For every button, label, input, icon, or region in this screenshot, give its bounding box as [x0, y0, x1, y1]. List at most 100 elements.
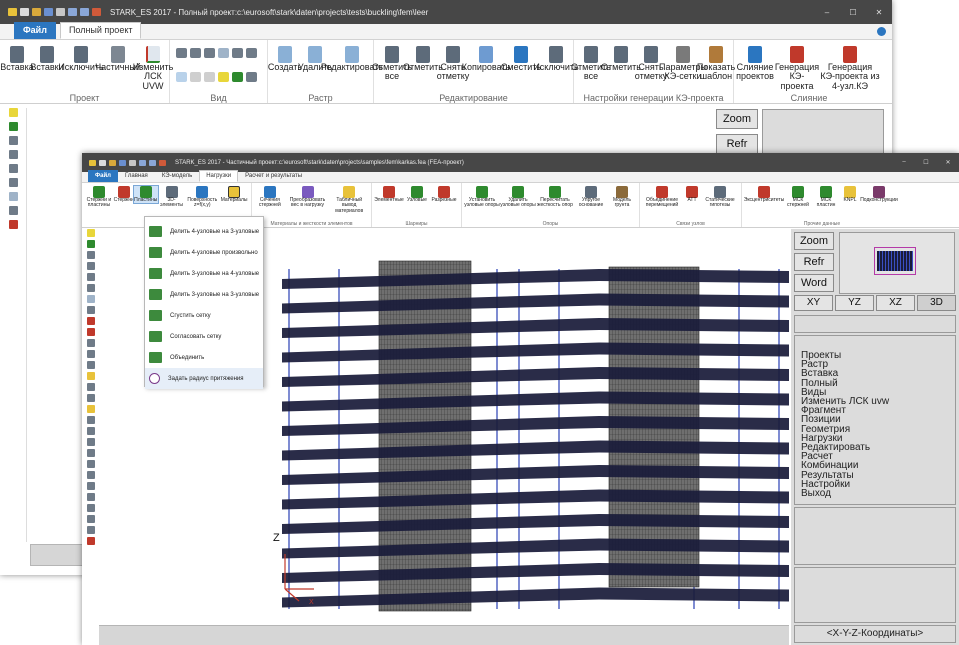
mesh-params-button[interactable]: Параметры КЭ-сетки [659, 46, 707, 82]
load-icon[interactable] [86, 482, 95, 490]
undo-icon[interactable] [68, 8, 77, 16]
refr-button[interactable]: Refr [794, 253, 834, 271]
set-supports-button[interactable]: Установить узловые опоры [464, 186, 500, 209]
menu-refine-mesh[interactable]: Сгустить сетку [145, 305, 263, 326]
tab-calc-results[interactable]: Расчет и результаты [238, 170, 309, 182]
color-icon[interactable] [232, 72, 243, 82]
knpl-button[interactable]: KNPL [840, 186, 860, 203]
rod-lcs-button[interactable]: МСК стержней [784, 186, 812, 209]
back-refr-button[interactable]: Refr [716, 134, 758, 154]
load-icon[interactable] [86, 493, 95, 501]
grid-view-icon[interactable] [176, 48, 187, 58]
static-hypotheses-button[interactable]: Статические гипотезы [702, 186, 738, 209]
merge-projects-button[interactable]: Слияние проектов [736, 46, 774, 82]
close-icon[interactable]: ✕ [937, 159, 959, 166]
filter-icon[interactable] [232, 48, 243, 58]
bulb-icon[interactable] [218, 72, 229, 82]
elastic-base-button[interactable]: Упругое основание [574, 186, 608, 209]
load-icon[interactable] [86, 515, 95, 523]
layers-icon[interactable] [246, 72, 257, 82]
materials-icon[interactable] [86, 372, 95, 380]
grid-icon[interactable] [86, 328, 95, 336]
bulb-icon[interactable] [86, 229, 95, 237]
filter-icon[interactable] [190, 48, 201, 58]
layers-icon[interactable] [86, 251, 95, 259]
att-button[interactable]: АТТ [682, 186, 702, 203]
generate-fe-4node-button[interactable]: Генерация КЭ-проекта из 4-узл.КЭ [820, 46, 880, 91]
node-icon[interactable] [86, 339, 95, 347]
close-icon[interactable]: ✕ [866, 8, 892, 17]
plate-lcs-button[interactable]: МСК пластин [812, 186, 840, 209]
back-zoom-button[interactable]: Zoom [716, 109, 758, 129]
weight-to-load-button[interactable]: Преобразовать вес в нагрузку [286, 186, 330, 209]
soil-model-button[interactable]: Модель грунта [608, 186, 636, 209]
color-icon[interactable] [8, 122, 18, 131]
split-hinges-button[interactable]: Разрезные [430, 186, 458, 203]
settings-icon[interactable] [159, 159, 166, 166]
load-icon[interactable] [86, 416, 95, 424]
settings-icon[interactable] [92, 8, 101, 16]
load-icon[interactable] [86, 471, 95, 479]
surface-button[interactable]: Поверхность z=f(x,y) [185, 186, 219, 209]
filter-icon[interactable] [86, 284, 95, 292]
undo-icon[interactable] [139, 159, 146, 166]
rod-icon[interactable] [86, 350, 95, 358]
rods-plates-button[interactable]: Стержни и пластины [84, 186, 114, 209]
view-xy-button[interactable]: XY [794, 295, 833, 311]
color-icon[interactable] [86, 240, 95, 248]
save-icon[interactable] [44, 8, 53, 16]
filter-icon[interactable] [8, 178, 18, 187]
zoom-button[interactable]: Zoom [794, 232, 834, 250]
recalc-stiffness-button[interactable]: Пересчитать жесткость опор [536, 186, 574, 209]
tab-loads[interactable]: Нагрузки [199, 170, 239, 182]
3d-elements-button[interactable]: 3D-элементы [158, 186, 186, 209]
menu-exit[interactable]: Выход [801, 488, 955, 498]
load-icon[interactable] [86, 526, 95, 534]
menu-attraction-radius[interactable]: Задать радиус притяжения [145, 368, 263, 389]
edit-grid-button[interactable]: Редактировать [321, 46, 383, 72]
load-icon[interactable] [86, 460, 95, 468]
substructures-button[interactable]: Подконструкции [860, 186, 898, 203]
new-icon[interactable] [99, 159, 106, 166]
zoom-out-icon[interactable] [204, 72, 215, 82]
select-button[interactable]: Отметить [403, 46, 443, 72]
redo-icon[interactable] [80, 8, 89, 16]
menu-split-4-to-3[interactable]: Делить 4-узловые на 3-узловые [145, 221, 263, 242]
generate-fe-button[interactable]: Генерация КЭ-проекта [774, 46, 820, 91]
maximize-icon[interactable]: ☐ [840, 8, 866, 17]
grid-icon[interactable] [8, 220, 18, 229]
section-icon[interactable] [86, 405, 95, 413]
bulb-icon[interactable] [8, 108, 18, 117]
view-3d-button[interactable]: 3D [917, 295, 956, 311]
filter-icon[interactable] [86, 273, 95, 281]
tab-full-project[interactable]: Полный проект [59, 22, 142, 39]
view-yz-button[interactable]: YZ [835, 295, 874, 311]
insert-button[interactable]: Вставка [0, 46, 34, 72]
filter-icon[interactable] [86, 262, 95, 270]
menu-split-4-arbitrary[interactable]: Делить 4-узловые произвольно [145, 242, 263, 263]
redo-icon[interactable] [149, 159, 156, 166]
filter-icon[interactable] [8, 192, 18, 201]
grid-icon[interactable] [86, 317, 95, 325]
element-hinges-button[interactable]: Элементные [374, 186, 404, 203]
merge-displacements-button[interactable]: Объединение перемещений [642, 186, 682, 209]
eccentricities-button[interactable]: Эксцентриситеты [744, 186, 784, 203]
table-icon[interactable] [86, 306, 95, 314]
load-icon[interactable] [86, 537, 95, 545]
zoom-in-icon[interactable] [190, 72, 201, 82]
open-icon[interactable] [109, 159, 116, 166]
new-icon[interactable] [20, 8, 29, 16]
text-icon[interactable] [86, 383, 95, 391]
partial-button[interactable]: Частичный [95, 46, 141, 72]
node-hinges-button[interactable]: Узловые [404, 186, 430, 203]
load-icon[interactable] [86, 438, 95, 446]
table-icon[interactable] [86, 394, 95, 402]
tab-file[interactable]: Файл [14, 22, 56, 39]
filter-icon[interactable] [218, 48, 229, 58]
menu-align-mesh[interactable]: Согласовать сетку [145, 326, 263, 347]
filter-icon[interactable] [8, 164, 18, 173]
minimize-icon[interactable]: – [814, 8, 840, 17]
menu-merge[interactable]: Объединить [145, 347, 263, 368]
load-icon[interactable] [86, 449, 95, 457]
load-icon[interactable] [86, 427, 95, 435]
